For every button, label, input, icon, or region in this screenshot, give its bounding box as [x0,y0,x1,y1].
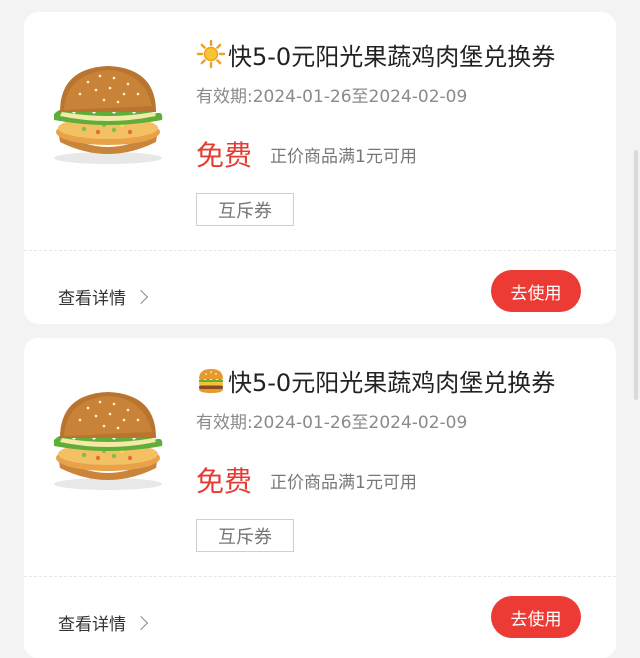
price-row: 免费 正价商品满1元可用 [196,458,417,502]
sun-icon [196,39,226,69]
view-details-label: 查看详情 [58,615,126,635]
price-label: 免费 [196,139,253,172]
coupon-card: 快5-0元阳光果蔬鸡肉堡兑换券 有效期:2024-01-26至2024-02-0… [24,338,616,658]
validity-period: 有效期:2024-01-26至2024-02-09 [196,413,468,433]
exclusive-tag: 互斥券 [196,519,294,552]
burger-icon [199,369,223,393]
burger-image [54,66,163,164]
view-details-link[interactable]: 查看详情 [58,610,149,635]
view-details-label: 查看详情 [58,289,126,309]
price-label: 免费 [196,465,253,498]
scrollbar[interactable] [634,150,638,400]
view-details-link[interactable]: 查看详情 [58,284,149,309]
chevron-right-icon [133,615,149,630]
coupon-card: 快5-0元阳光果蔬鸡肉堡兑换券 有效期:2024-01-26至2024-02-0… [24,12,616,324]
coupon-title: 快5-0元阳光果蔬鸡肉堡兑换券 [196,360,555,400]
dashed-divider [24,576,616,577]
coupon-list: 快5-0元阳光果蔬鸡肉堡兑换券 有效期:2024-01-26至2024-02-0… [0,0,640,658]
coupon-title: 快5-0元阳光果蔬鸡肉堡兑换券 [196,34,555,74]
use-coupon-button[interactable]: 去使用 [491,596,581,638]
validity-period: 有效期:2024-01-26至2024-02-09 [196,87,468,107]
usage-condition: 正价商品满1元可用 [270,146,417,167]
burger-image [54,392,163,490]
dashed-divider [24,250,616,251]
price-row: 免费 正价商品满1元可用 [196,132,417,176]
chevron-right-icon [133,289,149,304]
coupon-title-text: 快5-0元阳光果蔬鸡肉堡兑换券 [228,42,556,71]
use-coupon-button[interactable]: 去使用 [491,270,581,312]
coupon-title-text: 快5-0元阳光果蔬鸡肉堡兑换券 [228,368,556,397]
usage-condition: 正价商品满1元可用 [270,472,417,493]
exclusive-tag: 互斥券 [196,193,294,226]
